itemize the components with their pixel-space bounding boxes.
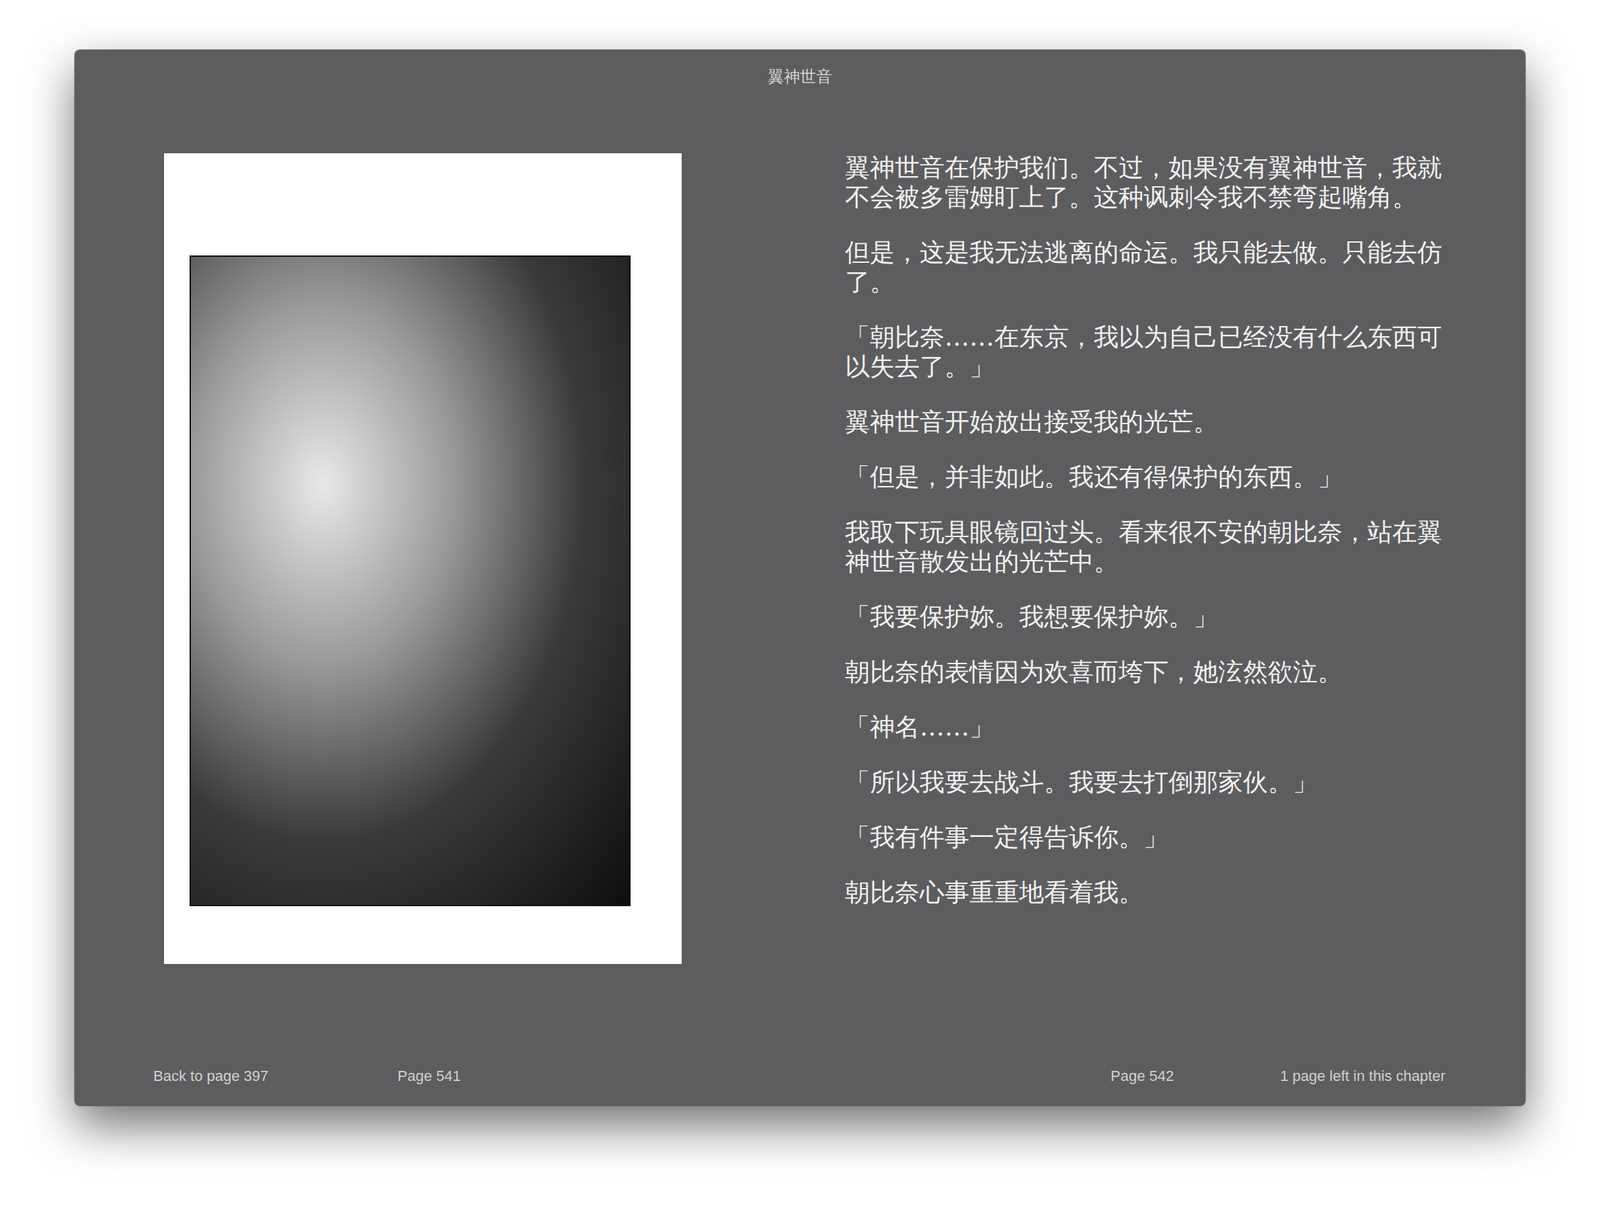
page-number: Page 542 bbox=[1110, 1064, 1174, 1088]
paragraph: 「所以我要去战斗。我要去打倒那家伙。」 bbox=[845, 767, 1444, 798]
left-page bbox=[74, 100, 800, 1065]
footer-right: Page 542 1 page left in this chapter bbox=[800, 1064, 1526, 1088]
book-spread: 翼神世音在保护我们。不过，如果没有翼神世音，我就不会被多雷姆盯上了。这种讽刺令我… bbox=[74, 100, 1526, 1065]
page-text: 翼神世音在保护我们。不过，如果没有翼神世音，我就不会被多雷姆盯上了。这种讽刺令我… bbox=[845, 153, 1444, 908]
illustration bbox=[164, 153, 682, 965]
paragraph: 「朝比奈……在东京，我以为自己已经没有什么东西可以失去了。」 bbox=[845, 322, 1444, 382]
paragraph: 朝比奈心事重重地看着我。 bbox=[845, 877, 1444, 908]
illustration-frame bbox=[189, 255, 631, 907]
paragraph: 朝比奈的表情因为欢喜而垮下，她泫然欲泣。 bbox=[845, 657, 1444, 688]
right-page: 翼神世音在保护我们。不过，如果没有翼神世音，我就不会被多雷姆盯上了。这种讽刺令我… bbox=[800, 100, 1526, 1065]
paragraph: 翼神世音开始放出接受我的光芒。 bbox=[845, 407, 1444, 437]
paragraph: 翼神世音在保护我们。不过，如果没有翼神世音，我就不会被多雷姆盯上了。这种讽刺令我… bbox=[845, 153, 1444, 213]
page-number: Page 541 bbox=[397, 1064, 461, 1088]
footer-left: Back to page 397 Page 541 bbox=[74, 1064, 800, 1088]
window-title: 翼神世音 bbox=[74, 49, 1526, 101]
reader-window: 翼神世音 翼神世音在保护我们。不过，如果没有翼神世音，我就不会被多雷姆盯上了。这… bbox=[74, 49, 1526, 1106]
paragraph: 「我有件事一定得告诉你。」 bbox=[845, 822, 1444, 853]
paragraph: 「但是，并非如此。我还有得保护的东西。」 bbox=[845, 462, 1444, 493]
chapter-remaining: 1 page left in this chapter bbox=[1280, 1064, 1446, 1088]
page-footer: Back to page 397 Page 541 Page 542 1 page … bbox=[74, 1064, 1526, 1106]
paragraph: 「神名……」 bbox=[845, 712, 1444, 743]
paragraph: 但是，这是我无法逃离的命运。我只能去做。只能去仿了。 bbox=[845, 237, 1444, 298]
back-link[interactable]: Back to page 397 bbox=[153, 1064, 269, 1088]
paragraph: 我取下玩具眼镜回过头。看来很不安的朝比奈，站在翼神世音散发出的光芒中。 bbox=[845, 517, 1444, 577]
paragraph: 「我要保护妳。我想要保护妳。」 bbox=[845, 602, 1444, 632]
